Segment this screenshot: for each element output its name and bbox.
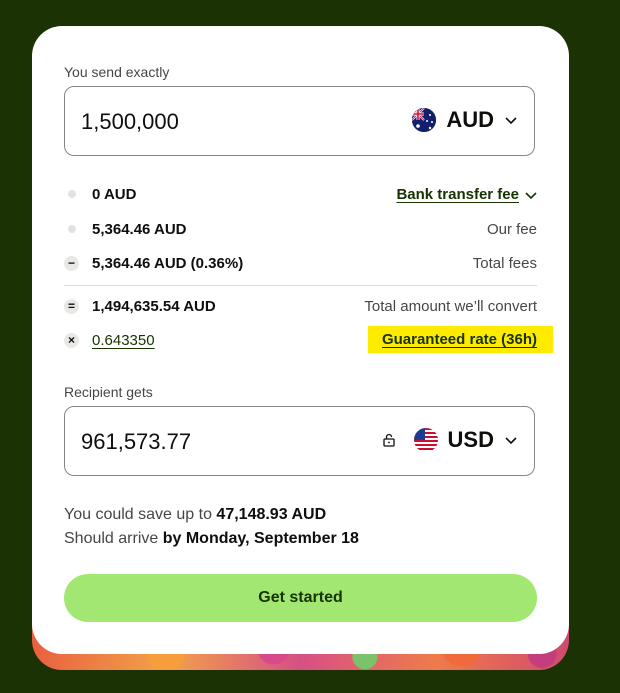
send-label: You send exactly xyxy=(64,64,170,80)
arrival-date: by Monday, September 18 xyxy=(162,530,359,547)
savings-amount: 47,148.93 AUD xyxy=(216,506,327,523)
send-amount-field[interactable]: 1,500,000 AUD xyxy=(64,86,535,156)
send-currency-selector[interactable]: AUD xyxy=(412,107,518,133)
fee-row-our-fee: 5,364.46 AUD Our fee xyxy=(64,219,537,241)
usa-flag-icon xyxy=(413,428,438,452)
chevron-down-icon xyxy=(525,191,537,199)
guaranteed-rate-link[interactable]: Guaranteed rate (36h) xyxy=(382,331,537,348)
dot-icon xyxy=(68,190,76,198)
divider xyxy=(64,285,537,286)
fee-value: 0 AUD xyxy=(92,186,137,203)
exchange-rate-link[interactable]: 0.643350 xyxy=(92,332,155,349)
recipient-amount-field[interactable]: 961,573.77 USD xyxy=(64,406,535,476)
fee-label: Our fee xyxy=(486,221,537,238)
australia-flag-icon xyxy=(412,108,437,132)
bank-transfer-fee-dropdown[interactable]: Bank transfer fee xyxy=(396,186,537,203)
chevron-down-icon xyxy=(505,437,517,445)
arrival-prefix: Should arrive xyxy=(64,530,159,547)
fee-row-total-fees: − 5,364.46 AUD (0.36%) Total fees xyxy=(64,253,537,275)
send-currency-code: AUD xyxy=(446,107,494,132)
convert-row: = 1,494,635.54 AUD Total amount we’ll co… xyxy=(64,296,537,318)
arrival-text: Should arrive by Monday, September 18 xyxy=(64,530,359,548)
savings-prefix: You could save up to xyxy=(64,506,212,523)
recipient-amount-input[interactable]: 961,573.77 xyxy=(81,429,191,455)
recipient-currency-code: USD xyxy=(447,427,494,452)
send-amount-input[interactable]: 1,500,000 xyxy=(81,109,179,135)
recipient-currency-selector[interactable]: USD xyxy=(382,427,518,453)
fee-value: 5,364.46 AUD (0.36%) xyxy=(92,255,244,272)
minus-icon: − xyxy=(64,256,79,271)
convert-value: 1,494,635.54 AUD xyxy=(92,298,216,315)
transfer-calculator-card: You send exactly 1,500,000 AUD 0 AUD Ban… xyxy=(32,26,569,654)
fee-value: 5,364.46 AUD xyxy=(92,221,187,238)
fee-method-label: Bank transfer fee xyxy=(396,186,519,203)
lock-open-icon[interactable] xyxy=(382,433,396,447)
fee-row-bank-transfer: 0 AUD Bank transfer fee xyxy=(64,184,537,206)
equals-icon: = xyxy=(64,299,79,314)
get-started-button[interactable]: Get started xyxy=(64,574,537,622)
rate-row: × 0.643350 Guaranteed rate (36h) xyxy=(64,326,553,353)
convert-label: Total amount we’ll convert xyxy=(364,298,537,315)
guaranteed-rate-highlight: Guaranteed rate (36h) xyxy=(367,326,553,353)
multiply-icon: × xyxy=(64,333,79,348)
fee-label: Total fees xyxy=(472,255,537,272)
savings-text: You could save up to 47,148.93 AUD xyxy=(64,506,326,524)
dot-icon xyxy=(68,225,76,233)
chevron-down-icon xyxy=(505,117,517,125)
recipient-label: Recipient gets xyxy=(64,384,153,400)
